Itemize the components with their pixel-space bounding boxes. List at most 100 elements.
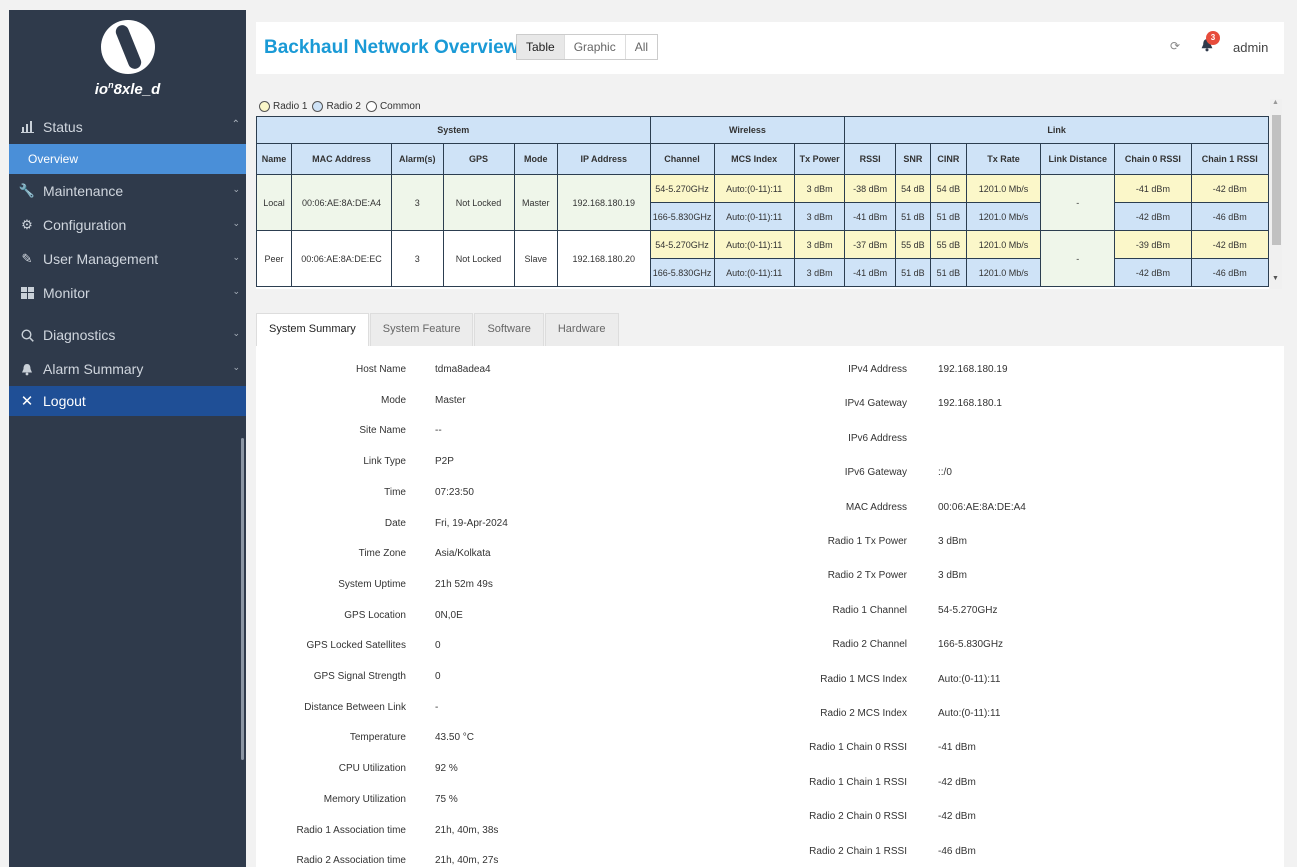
sidebar-item-label: User Management — [43, 251, 159, 267]
cell-ip: 192.168.180.20 — [556, 230, 651, 287]
cell-chain0: -39 dBm — [1114, 230, 1192, 259]
sidebar-item-maintenance[interactable]: 🔧 Maintenance ⌄ — [9, 174, 246, 208]
wrench-icon: 🔧 — [18, 183, 36, 198]
cell-name: Peer — [256, 230, 293, 287]
radio-legend: Radio 1 Radio 2 Common — [257, 101, 424, 112]
col-header: CINR — [929, 143, 967, 175]
summary-value: 3 dBm — [938, 570, 967, 582]
summary-label: Link Type — [363, 456, 406, 468]
radio2-swatch — [312, 101, 324, 112]
cell-mac: 00:06:AE:8A:DE:A4 — [291, 174, 392, 231]
scroll-down-icon[interactable]: ▼ — [1272, 275, 1279, 282]
summary-value: ::/0 — [938, 467, 952, 479]
cell-chain0: -42 dBm — [1114, 258, 1192, 287]
tab-system-summary[interactable]: System Summary — [256, 313, 369, 346]
col-header: Name — [256, 143, 293, 175]
cell-rssi: -41 dBm — [844, 258, 896, 287]
summary-label: CPU Utilization — [338, 763, 406, 775]
cell-cinr: 51 dB — [929, 202, 967, 231]
summary-label: GPS Signal Strength — [313, 671, 406, 682]
tab-hardware[interactable]: Hardware — [544, 313, 619, 346]
cell-chain1: -42 dBm — [1190, 174, 1269, 203]
cell-chain1: -46 dBm — [1190, 202, 1269, 231]
sidebar-item-label: Diagnostics — [43, 327, 116, 343]
close-icon: ✕ — [20, 393, 34, 410]
scrollbar-thumb[interactable] — [1272, 115, 1281, 245]
sidebar-item-alarm-summary[interactable]: Alarm Summary ⌄ — [9, 352, 246, 386]
sidebar-scrollbar[interactable] — [241, 438, 244, 760]
sidebar-item-diagnostics[interactable]: Diagnostics ⌄ — [9, 318, 246, 352]
gear-icon: ⚙ — [21, 217, 33, 232]
summary-label: IPv6 Address — [848, 432, 907, 444]
tab-software[interactable]: Software — [474, 313, 544, 346]
chevron-down-icon: ⌄ — [232, 328, 240, 338]
summary-label: Radio 1 Chain 0 RSSI — [809, 742, 907, 754]
summary-label: Distance Between Link — [304, 701, 406, 713]
summary-value: 43.50 °C — [435, 732, 475, 744]
logo-mark-icon — [100, 20, 155, 74]
cell-snr: 55 dB — [894, 230, 931, 259]
tab-system-feature[interactable]: System Feature — [369, 313, 474, 346]
summary-value: 3 dBm — [938, 536, 967, 547]
cell-alarms[interactable]: 3 — [390, 230, 444, 287]
summary-label: Temperature — [349, 732, 406, 744]
summary-label: Memory Utilization — [323, 793, 406, 805]
sidebar-item-status[interactable]: Status ⌃ — [9, 110, 246, 144]
cell-chain0: -42 dBm — [1114, 202, 1192, 231]
sidebar-item-logout[interactable]: ✕ Logout — [9, 386, 246, 416]
chevron-down-icon: ⌄ — [232, 252, 240, 262]
user-menu[interactable]: admin — [1233, 40, 1268, 55]
summary-value: P2P — [435, 456, 454, 468]
tab-table[interactable]: Table — [517, 35, 564, 59]
sidebar-item-monitor[interactable]: Monitor ⌄ — [9, 276, 246, 310]
sidebar-item-user-management[interactable]: ✎ User Management ⌄ — [9, 242, 246, 276]
chevron-down-icon: ⌄ — [232, 218, 240, 228]
cell-tx-rate: 1201.0 Mb/s — [965, 258, 1042, 287]
table-scrollbar[interactable]: ▲ ▼ — [1270, 99, 1282, 289]
cell-alarms[interactable]: 3 — [390, 174, 444, 231]
cell-cinr: 54 dB — [929, 174, 967, 203]
cell-cinr: 51 dB — [929, 258, 967, 287]
summary-value: 54-5.270GHz — [938, 604, 998, 616]
summary-value: 0 — [435, 671, 441, 682]
tab-graphic[interactable]: Graphic — [563, 35, 625, 59]
summary-value: 00:06:AE:8A:DE:A4 — [938, 501, 1026, 513]
cell-channel: 54-5.270GHz — [649, 174, 715, 203]
refresh-icon[interactable]: ⟳ — [1170, 39, 1180, 53]
sidebar-item-overview[interactable]: Overview — [9, 144, 246, 174]
bar-chart-icon — [17, 121, 37, 133]
tab-all[interactable]: All — [624, 35, 658, 59]
common-swatch — [365, 101, 377, 112]
cell-chain1: -46 dBm — [1190, 258, 1269, 287]
summary-value: Asia/Kolkata — [435, 548, 491, 560]
cell-rssi: -41 dBm — [844, 202, 896, 231]
summary-value: 92 % — [435, 763, 458, 775]
cell-channel: 166-5.830GHz — [649, 258, 715, 287]
col-header: MAC Address — [291, 143, 392, 175]
cell-tx-power: 3 dBm — [793, 258, 846, 287]
summary-label: Radio 1 Tx Power — [827, 536, 907, 547]
cell-tx-rate: 1201.0 Mb/s — [965, 174, 1042, 203]
radio1-swatch — [259, 101, 270, 112]
group-link: Link — [844, 116, 1269, 144]
summary-label: Date — [384, 517, 406, 529]
group-system: System — [256, 116, 651, 144]
cell-snr: 51 dB — [894, 202, 931, 231]
cell-ip: 192.168.180.19 — [556, 174, 651, 231]
col-header: Tx Power — [793, 143, 846, 175]
summary-value: -42 dBm — [938, 811, 976, 823]
summary-value: 192.168.180.19 — [938, 364, 1008, 375]
table-row: Peer 00:06:AE:8A:DE:EC 3 Not Locked Slav… — [256, 230, 1269, 287]
sidebar-item-label: Overview — [28, 152, 79, 166]
summary-value: Auto:(0-11):11 — [938, 673, 1001, 685]
sidebar-item-label: Logout — [43, 393, 86, 409]
legend-radio1: Radio 1 — [273, 101, 308, 112]
pencil-icon: ✎ — [21, 251, 33, 266]
summary-label: GPS Location — [344, 609, 406, 621]
summary-value: Auto:(0-11):11 — [938, 708, 1001, 719]
summary-value: tdma8adea4 — [435, 364, 491, 375]
sidebar-item-configuration[interactable]: ⚙ Configuration ⌄ — [9, 208, 246, 242]
scroll-up-icon[interactable]: ▲ — [1272, 99, 1279, 106]
cell-tx-power: 3 dBm — [793, 174, 846, 203]
summary-value: -42 dBm — [938, 776, 976, 788]
